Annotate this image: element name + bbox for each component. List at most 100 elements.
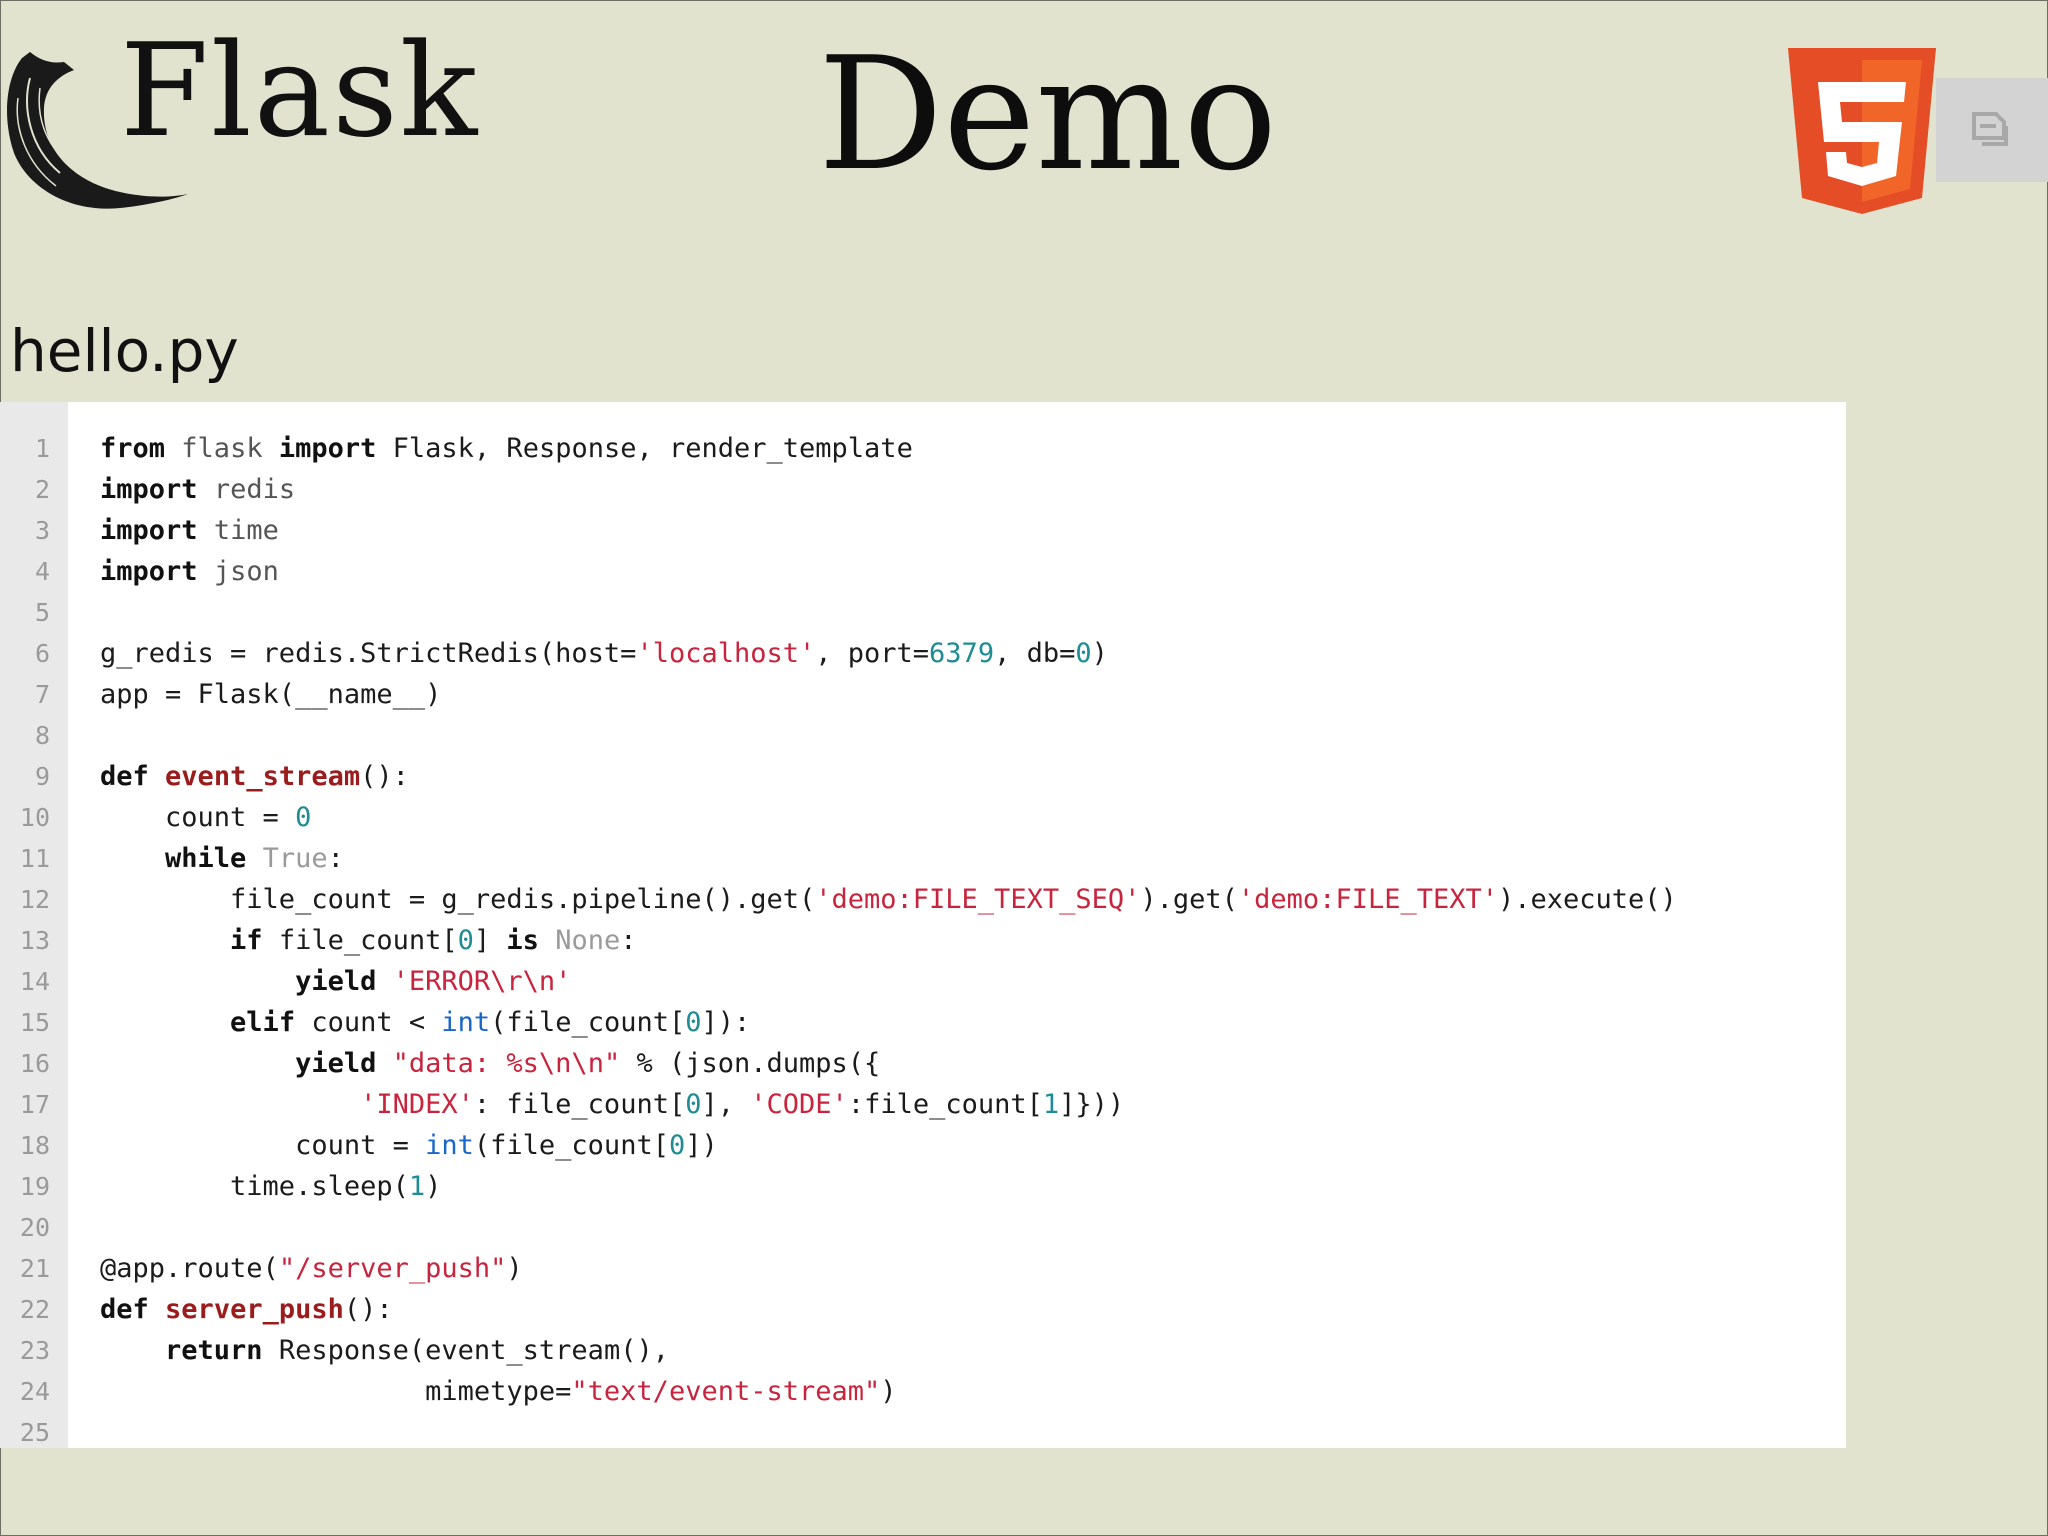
code-line: 18 count = int(file_count[0]) [0, 1125, 1846, 1166]
code-line: 23 return Response(event_stream(), [0, 1330, 1846, 1371]
code-token: ) [1091, 638, 1108, 669]
code-token: None [555, 925, 621, 956]
code-token: ] [473, 925, 507, 956]
code-text: yield 'ERROR\r\n' [100, 961, 571, 1002]
code-token: "text/event-stream" [571, 1376, 881, 1407]
code-line: 5 [0, 592, 1846, 633]
code-token: ) [425, 1171, 442, 1202]
line-number: 16 [19, 1049, 50, 1078]
code-line: 9 def event_stream(): [0, 756, 1846, 797]
code-token: count = [100, 1130, 426, 1161]
code-token: : [620, 925, 637, 956]
code-token: import [278, 433, 377, 464]
code-token: int [425, 1130, 474, 1161]
code-editor: 1 from flask import Flask, Response, rend… [0, 402, 1846, 1448]
code-token: :file_count[ [847, 1089, 1043, 1120]
line-number: 19 [19, 1172, 50, 1201]
code-token: 'demo:FILE_TEXT' [1237, 884, 1498, 915]
code-token: 6379 [929, 638, 995, 669]
code-token: "data: %s\n\n" [392, 1048, 621, 1079]
code-token: yield [295, 1048, 377, 1079]
code-token: : file_count[ [473, 1089, 686, 1120]
page-title: Demo [818, 23, 1278, 205]
code-line: 22 def server_push(): [0, 1289, 1846, 1330]
code-token: % (json.dumps({ [620, 1048, 881, 1079]
code-token: 0 [457, 925, 474, 956]
code-text: count = int(file_count[0]) [100, 1125, 718, 1166]
code-token: , port= [815, 638, 930, 669]
code-text: return Response(event_stream(), [100, 1330, 669, 1371]
code-token: if [230, 925, 263, 956]
code-token: 0 [295, 802, 312, 833]
code-text: time.sleep(1) [100, 1166, 441, 1207]
code-text: count = 0 [100, 797, 311, 838]
code-token: , db= [994, 638, 1076, 669]
code-token: ]) [685, 1130, 718, 1161]
line-number: 10 [19, 803, 50, 832]
code-text: def event_stream(): [100, 756, 409, 797]
code-line: 3 import time [0, 510, 1846, 551]
code-token: is [506, 925, 539, 956]
code-token: ) [506, 1253, 523, 1284]
share-icon[interactable] [1966, 104, 2014, 152]
code-token: : [327, 843, 344, 874]
code-line: 25 [0, 1412, 1846, 1453]
code-text: while True: [100, 838, 344, 879]
code-text: g_redis = redis.StrictRedis(host='localh… [100, 633, 1108, 674]
code-line: 14 yield 'ERROR\r\n' [0, 961, 1846, 1002]
code-line: 11 while True: [0, 838, 1846, 879]
file-name-label: hello.py [10, 317, 239, 385]
line-number: 6 [34, 639, 50, 668]
code-text: import time [100, 510, 279, 551]
line-number: 12 [19, 885, 50, 914]
code-token: int [441, 1007, 491, 1038]
code-text: file_count = g_redis.pipeline().get('dem… [100, 879, 1677, 920]
code-token: ) [880, 1376, 897, 1407]
code-text: mimetype="text/event-stream") [100, 1371, 897, 1412]
code-token: 'INDEX' [360, 1089, 474, 1120]
code-line: 12 file_count = g_redis.pipeline().get('… [0, 879, 1846, 920]
code-token: 'localhost' [636, 638, 816, 669]
code-token: import [100, 474, 198, 505]
code-token: "/server_push" [278, 1253, 507, 1284]
code-token: Flask, Response, render_template [376, 433, 913, 464]
line-number: 3 [34, 516, 50, 545]
code-token: 0 [1075, 638, 1092, 669]
code-token: file_count = g_redis.pipeline().get( [100, 884, 816, 915]
line-number: 18 [19, 1131, 50, 1160]
code-token: time [213, 515, 279, 546]
code-token: while [165, 843, 247, 874]
code-token: ).execute() [1498, 884, 1677, 915]
code-token: count = [100, 802, 296, 833]
line-number: 21 [19, 1254, 50, 1283]
line-number: 2 [34, 475, 50, 504]
code-token: Response(event_stream(), [262, 1335, 669, 1366]
line-number: 1 [34, 434, 50, 463]
code-token: (file_count[ [473, 1130, 669, 1161]
line-number: 24 [19, 1377, 50, 1406]
code-token: 0 [685, 1089, 702, 1120]
code-token: @app.route( [100, 1253, 279, 1284]
code-token: 0 [685, 1007, 702, 1038]
code-token: ]): [701, 1007, 751, 1038]
code-text: from flask import Flask, Response, rende… [100, 428, 913, 469]
line-number: 23 [19, 1336, 50, 1365]
code-line: 17 'INDEX': file_count[0], 'CODE':file_c… [0, 1084, 1846, 1125]
code-line: 21 @app.route("/server_push") [0, 1248, 1846, 1289]
code-token: 0 [668, 1130, 686, 1161]
code-text: yield "data: %s\n\n" % (json.dumps({ [100, 1043, 880, 1084]
code-token: (file_count[ [490, 1007, 686, 1038]
line-number: 25 [19, 1418, 50, 1447]
line-number: 17 [19, 1090, 50, 1119]
code-token: 'demo:FILE_TEXT_SEQ' [815, 884, 1141, 915]
